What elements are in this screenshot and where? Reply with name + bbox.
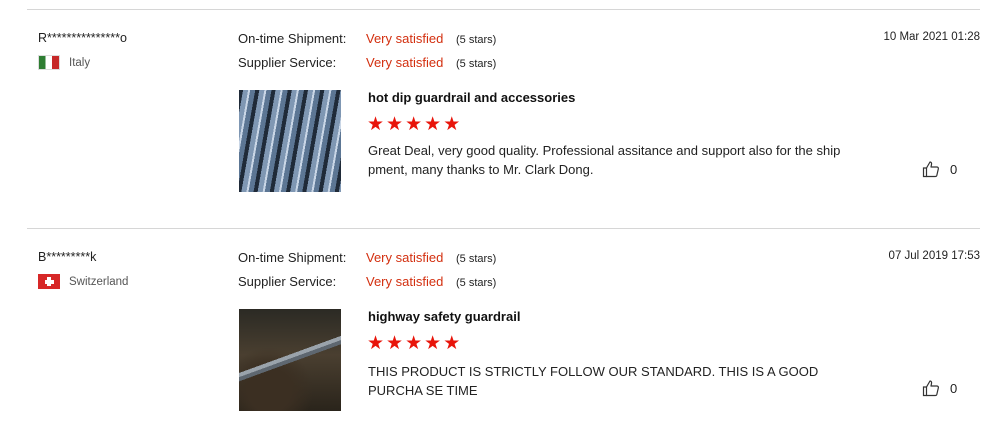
star-icon: ★ [405, 333, 423, 354]
thumbs-up-icon [922, 380, 939, 397]
star-icon: ★ [367, 333, 385, 354]
reviewer-country: Switzerland [38, 274, 128, 289]
rating-value: Very satisfied [366, 274, 444, 289]
thumbs-up-icon [922, 161, 939, 178]
rating-stars-text: (5 stars) [456, 277, 497, 289]
rating-stars-text: (5 stars) [456, 34, 497, 46]
product-image[interactable] [239, 90, 341, 192]
product-name[interactable]: hot dip guardrail and accessories [368, 90, 575, 105]
star-icon: ★ [405, 114, 423, 135]
country-name: Switzerland [69, 275, 129, 288]
switzerland-flag-icon [38, 274, 60, 289]
product-name[interactable]: highway safety guardrail [368, 309, 520, 324]
star-icon: ★ [443, 114, 461, 135]
like-count: 0 [950, 380, 958, 396]
like-button[interactable]: 0 [922, 160, 957, 178]
rating-value: Very satisfied [366, 250, 444, 265]
star-icon: ★ [386, 114, 404, 135]
rating-value: Very satisfied [366, 55, 444, 70]
rating-label: On-time Shipment: [238, 31, 347, 46]
star-icon: ★ [424, 333, 442, 354]
star-icon: ★ [443, 333, 461, 354]
star-icon: ★ [386, 333, 404, 354]
italy-flag-icon [38, 55, 60, 70]
review-date: 07 Jul 2019 17:53 [888, 250, 980, 262]
product-rating-stars: ★ ★ ★ ★ ★ [367, 334, 460, 353]
star-icon: ★ [367, 114, 385, 135]
reviewer-name: B*********k [38, 250, 97, 264]
review-date: 10 Mar 2021 01:28 [883, 31, 980, 43]
star-icon: ★ [424, 114, 442, 135]
rating-ontime-shipment: On-time Shipment: Very satisfied (5 star… [238, 31, 496, 46]
rating-value: Very satisfied [366, 31, 444, 46]
country-name: Italy [69, 56, 91, 69]
review-comment: Great Deal, very good quality. Professio… [368, 143, 841, 177]
rating-stars-text: (5 stars) [456, 58, 497, 70]
rating-stars-text: (5 stars) [456, 253, 497, 265]
divider [27, 9, 980, 10]
like-count: 0 [950, 161, 958, 177]
like-button[interactable]: 0 [922, 379, 957, 397]
rating-supplier-service: Supplier Service: Very satisfied (5 star… [238, 274, 496, 289]
rating-ontime-shipment: On-time Shipment: Very satisfied (5 star… [238, 250, 496, 265]
product-rating-stars: ★ ★ ★ ★ ★ [367, 115, 460, 134]
rating-label: Supplier Service: [238, 274, 337, 289]
rating-label: Supplier Service: [238, 55, 337, 70]
rating-supplier-service: Supplier Service: Very satisfied (5 star… [238, 55, 496, 70]
reviewer-name: R***************o [38, 31, 127, 45]
rating-label: On-time Shipment: [238, 250, 347, 265]
divider [27, 228, 980, 229]
review-comment: THIS PRODUCT IS STRICTLY FOLLOW OUR STAN… [368, 364, 819, 398]
product-image[interactable] [239, 309, 341, 411]
reviewer-country: Italy [38, 55, 90, 70]
